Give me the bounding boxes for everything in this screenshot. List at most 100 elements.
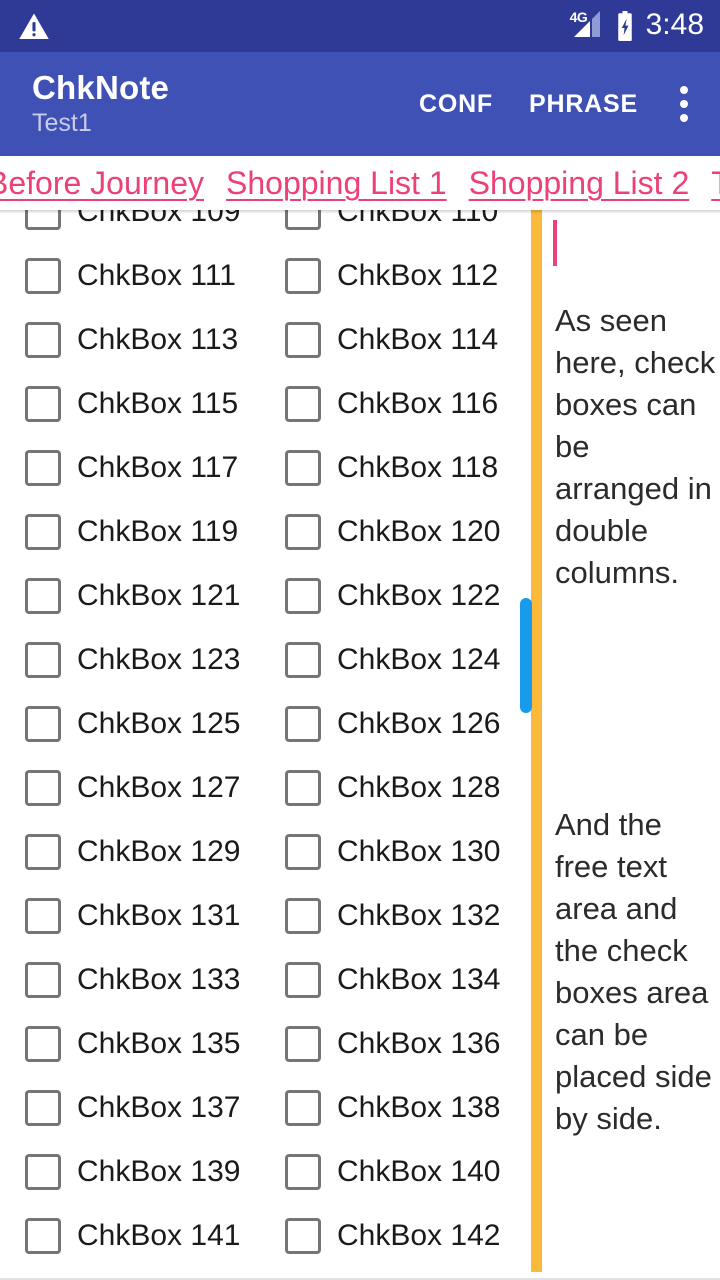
- overflow-menu-icon[interactable]: [656, 52, 712, 156]
- free-text-pane[interactable]: As seen here, check boxes can be arrange…: [542, 210, 720, 1280]
- checkbox-row[interactable]: ChkBox 139: [0, 1140, 259, 1204]
- app-bar-titles: ChkNote Test1: [32, 69, 401, 139]
- checkbox-label: ChkBox 122: [337, 579, 501, 612]
- checkbox-row[interactable]: ChkBox 122: [259, 564, 518, 628]
- checkbox-input[interactable]: [285, 1154, 321, 1190]
- checkbox-row[interactable]: ChkBox 128: [259, 756, 518, 820]
- checkbox-input[interactable]: [25, 834, 61, 870]
- checkbox-input[interactable]: [25, 578, 61, 614]
- checkbox-input[interactable]: [25, 706, 61, 742]
- checkbox-row[interactable]: ChkBox 115: [0, 372, 259, 436]
- checkbox-input[interactable]: [285, 1026, 321, 1062]
- checkbox-row[interactable]: ChkBox 116: [259, 372, 518, 436]
- checkbox-row[interactable]: ChkBox 121: [0, 564, 259, 628]
- tab-test1[interactable]: Test1: [700, 156, 720, 210]
- checkbox-input[interactable]: [25, 1026, 61, 1062]
- checkbox-row[interactable]: ChkBox 132: [259, 884, 518, 948]
- free-text-paragraph-1: As seen here, check boxes can be arrange…: [555, 303, 716, 590]
- checkbox-row[interactable]: ChkBox 125: [0, 692, 259, 756]
- conf-button[interactable]: CONF: [401, 52, 511, 156]
- checkbox-row[interactable]: ChkBox 124: [259, 628, 518, 692]
- checkbox-input[interactable]: [285, 258, 321, 294]
- checkbox-input[interactable]: [285, 770, 321, 806]
- overflow-dot: [680, 114, 688, 122]
- checkbox-label: ChkBox 140: [337, 1155, 501, 1188]
- checkbox-row[interactable]: ChkBox 136: [259, 1012, 518, 1076]
- checkbox-input[interactable]: [285, 322, 321, 358]
- checkbox-input[interactable]: [25, 770, 61, 806]
- checkbox-label: ChkBox 114: [337, 323, 499, 356]
- checkbox-row[interactable]: ChkBox 118: [259, 436, 518, 500]
- checkbox-input[interactable]: [285, 962, 321, 998]
- checkbox-row[interactable]: ChkBox 117: [0, 436, 259, 500]
- checkbox-row[interactable]: ChkBox 123: [0, 628, 259, 692]
- checkbox-input[interactable]: [285, 642, 321, 678]
- checkbox-input[interactable]: [25, 386, 61, 422]
- checkbox-row[interactable]: ChkBox 133: [0, 948, 259, 1012]
- checkbox-input[interactable]: [25, 1218, 61, 1254]
- checkbox-row[interactable]: ChkBox 130: [259, 820, 518, 884]
- checkbox-input[interactable]: [25, 450, 61, 486]
- checkbox-row[interactable]: ChkBox 138: [259, 1076, 518, 1140]
- checkbox-label: ChkBox 127: [77, 771, 241, 804]
- checkbox-input[interactable]: [285, 898, 321, 934]
- tab-before-journey[interactable]: Before Journey: [0, 156, 215, 210]
- checkbox-input[interactable]: [25, 514, 61, 550]
- tab-shopping-list-2[interactable]: Shopping List 2: [458, 156, 701, 210]
- checkbox-row[interactable]: ChkBox 126: [259, 692, 518, 756]
- checkbox-input[interactable]: [285, 578, 321, 614]
- checkbox-input[interactable]: [285, 450, 321, 486]
- checkbox-label: ChkBox 126: [337, 707, 501, 740]
- checkbox-input[interactable]: [25, 962, 61, 998]
- checkbox-input[interactable]: [25, 642, 61, 678]
- checkbox-row[interactable]: ChkBox 131: [0, 884, 259, 948]
- checkbox-input[interactable]: [285, 1218, 321, 1254]
- checkbox-label: ChkBox 131: [77, 899, 241, 932]
- tab-shopping-list-1[interactable]: Shopping List 1: [215, 156, 458, 210]
- checkbox-row[interactable]: ChkBox 114: [259, 308, 518, 372]
- checkbox-row[interactable]: ChkBox 113: [0, 308, 259, 372]
- checkbox-row[interactable]: ChkBox 119: [0, 500, 259, 564]
- checkbox-input[interactable]: [25, 210, 61, 230]
- checkbox-row[interactable]: ChkBox 135: [0, 1012, 259, 1076]
- checkbox-label: ChkBox 130: [337, 835, 501, 868]
- tab-strip[interactable]: Before Journey Shopping List 1 Shopping …: [0, 156, 720, 210]
- checkbox-row[interactable]: ChkBox 140: [259, 1140, 518, 1204]
- checkbox-input[interactable]: [285, 1090, 321, 1126]
- checkbox-row[interactable]: ChkBox 120: [259, 500, 518, 564]
- pane-divider-handle[interactable]: [531, 210, 542, 1272]
- checkbox-label: ChkBox 113: [77, 323, 239, 356]
- checkbox-row[interactable]: ChkBox 110: [259, 210, 518, 244]
- checkbox-label: ChkBox 112: [337, 259, 499, 292]
- checkbox-input[interactable]: [25, 1154, 61, 1190]
- status-bar-right: 4G 3:48: [570, 10, 704, 42]
- content-area: ChkBox 109 ChkBox 110 ChkBox 111 ChkBox 112…: [0, 210, 720, 1280]
- phrase-button[interactable]: PHRASE: [511, 52, 656, 156]
- checkbox-row[interactable]: ChkBox 142: [259, 1204, 518, 1268]
- checkbox-input[interactable]: [285, 386, 321, 422]
- checkbox-row[interactable]: ChkBox 111: [0, 244, 259, 308]
- checkbox-row[interactable]: ChkBox 127: [0, 756, 259, 820]
- checkbox-pane-scrollbar-thumb[interactable]: [520, 598, 532, 713]
- checkbox-input[interactable]: [285, 210, 321, 230]
- checkbox-row[interactable]: ChkBox 137: [0, 1076, 259, 1140]
- free-text-body[interactable]: As seen here, check boxes can be arrange…: [542, 216, 720, 1224]
- checkbox-pane[interactable]: ChkBox 109 ChkBox 110 ChkBox 111 ChkBox 112…: [0, 210, 518, 1280]
- checkbox-label: ChkBox 119: [77, 515, 239, 548]
- checkbox-input[interactable]: [25, 258, 61, 294]
- checkbox-row[interactable]: ChkBox 112: [259, 244, 518, 308]
- checkbox-input[interactable]: [25, 1090, 61, 1126]
- checkbox-input[interactable]: [285, 706, 321, 742]
- checkbox-grid: ChkBox 109 ChkBox 110 ChkBox 111 ChkBox 112…: [0, 210, 518, 1268]
- checkbox-row[interactable]: ChkBox 141: [0, 1204, 259, 1268]
- checkbox-row[interactable]: ChkBox 134: [259, 948, 518, 1012]
- checkbox-input[interactable]: [285, 514, 321, 550]
- checkbox-row[interactable]: ChkBox 129: [0, 820, 259, 884]
- checkbox-label: ChkBox 141: [77, 1219, 241, 1252]
- checkbox-input[interactable]: [25, 898, 61, 934]
- checkbox-input[interactable]: [25, 322, 61, 358]
- checkbox-input[interactable]: [285, 834, 321, 870]
- app-bar-actions: CONF PHRASE: [401, 52, 720, 156]
- checkbox-row[interactable]: ChkBox 109: [0, 210, 259, 244]
- checkbox-label: ChkBox 136: [337, 1027, 501, 1060]
